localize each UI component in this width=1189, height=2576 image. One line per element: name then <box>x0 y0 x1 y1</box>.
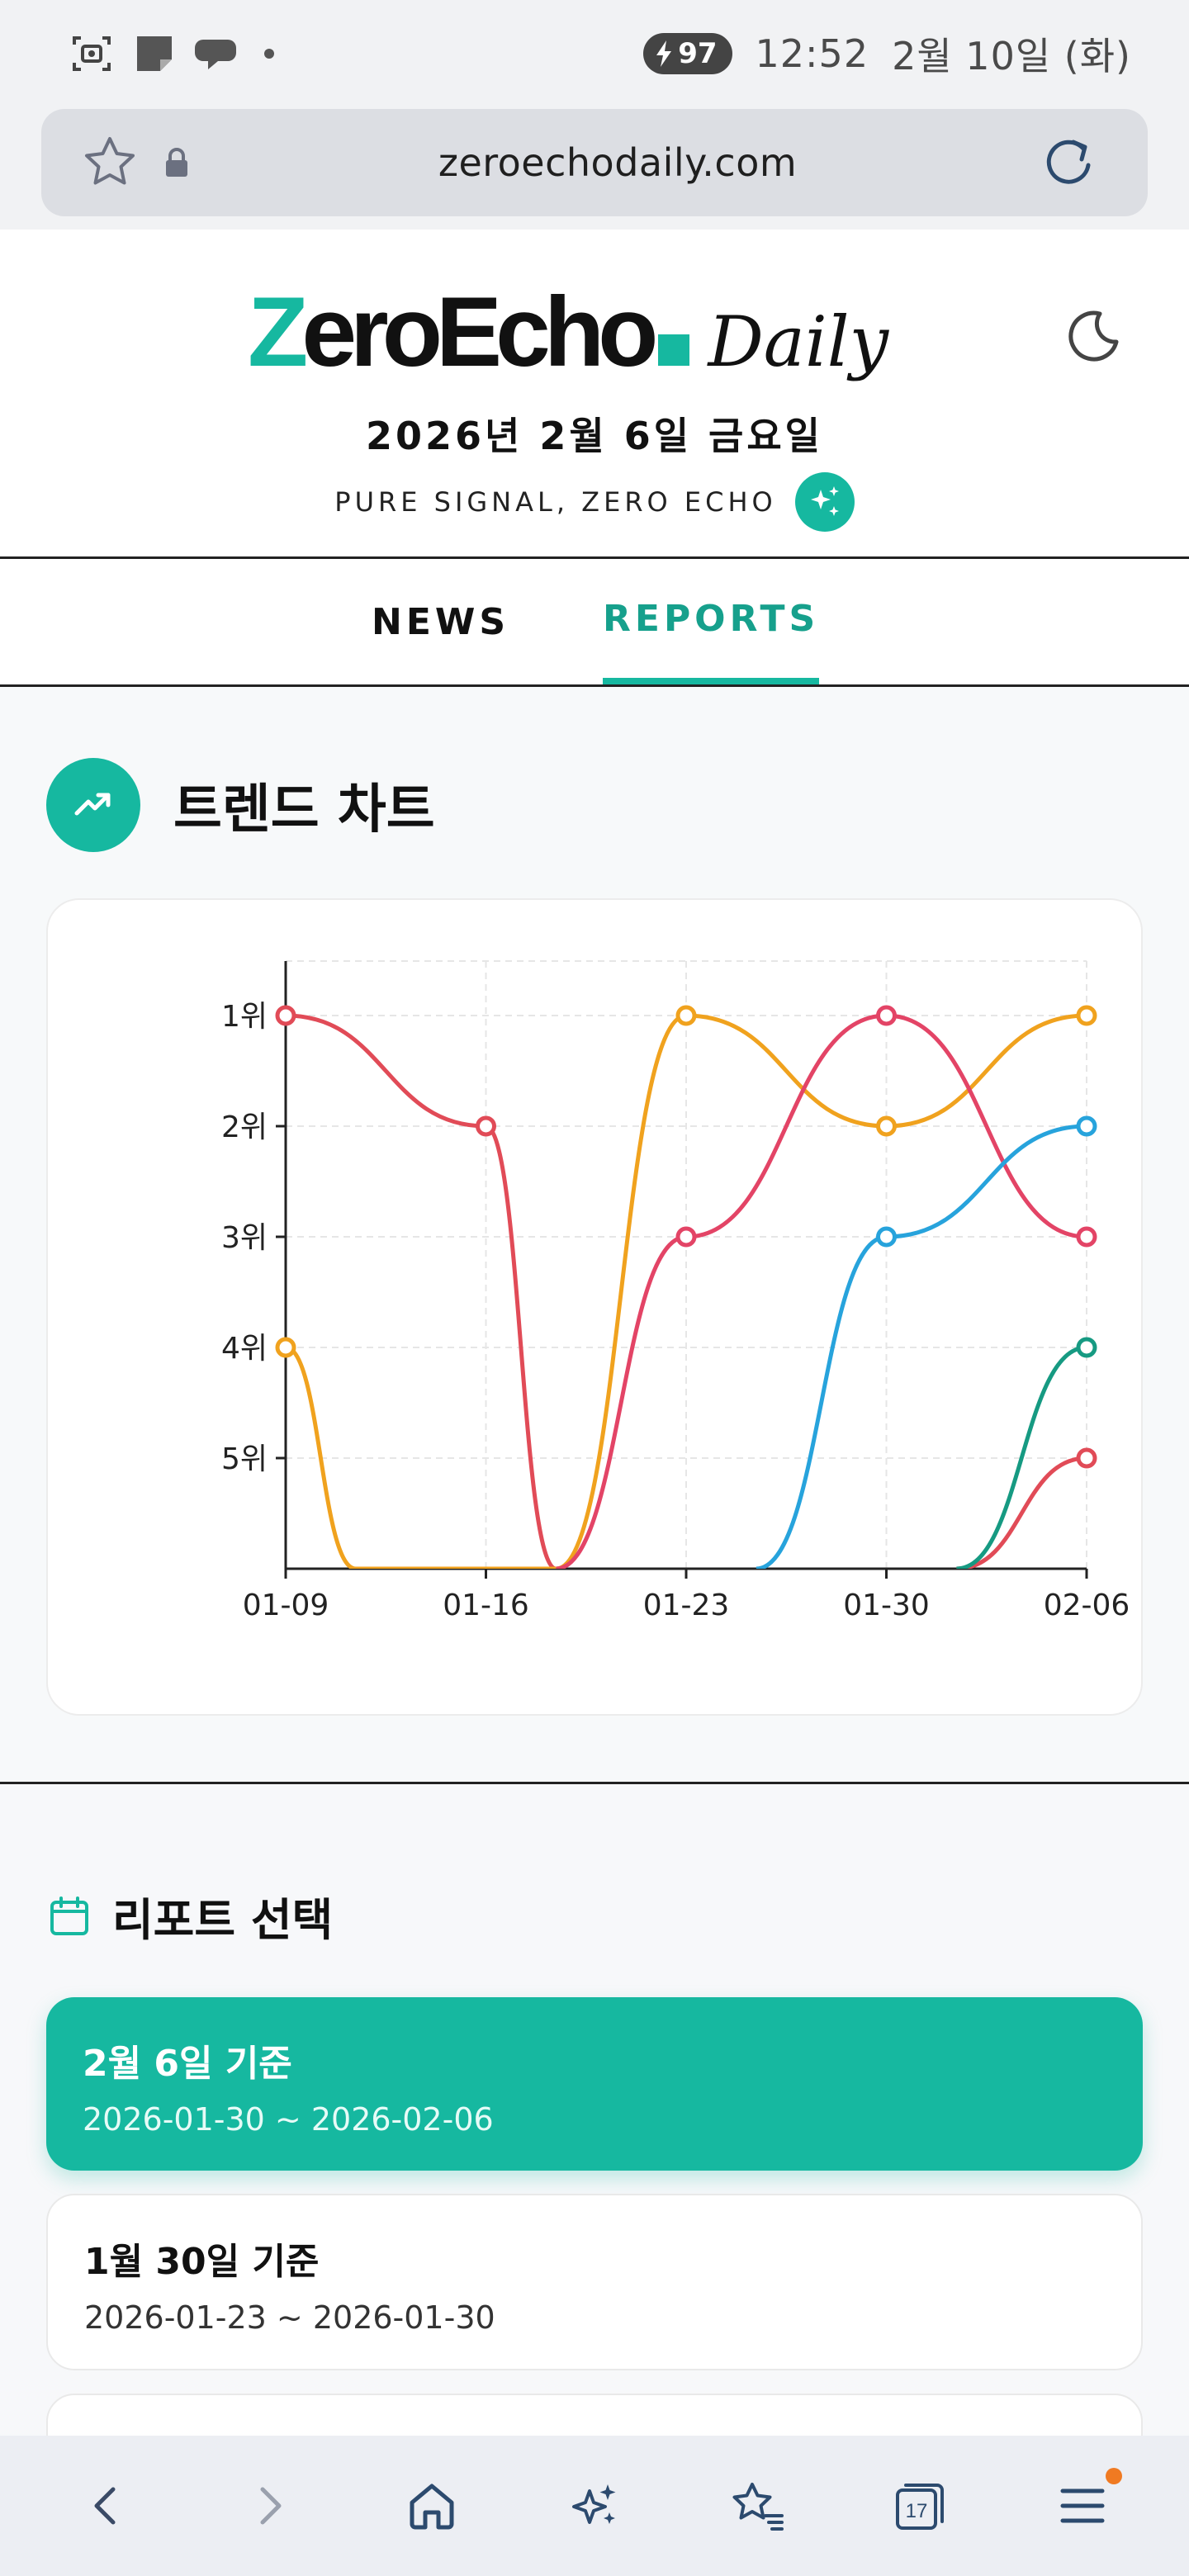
trending-up-icon <box>46 758 140 852</box>
data-point <box>1076 1447 1097 1469</box>
home-button[interactable] <box>391 2465 473 2547</box>
report-item-title: 1월 30일 기준 <box>84 2241 320 2283</box>
chat-bubble-icon <box>195 40 236 69</box>
sparkle-icon <box>810 486 839 516</box>
logo-z: Z <box>248 277 308 387</box>
series-line-4 <box>956 1456 1087 1569</box>
home-icon <box>410 2484 454 2530</box>
x-tick-label: 01-16 <box>443 1589 529 1622</box>
browser-toolbar: zeroechodaily.com <box>0 107 1189 230</box>
logo-daily: Daily <box>708 301 889 382</box>
forward-button[interactable] <box>228 2465 310 2547</box>
reload-icon[interactable] <box>1040 134 1098 192</box>
site-header: ZeroEcho Daily 2026년 2월 6일 금요일 PURE SIGN… <box>0 230 1189 558</box>
tagline: PURE SIGNAL, ZERO ECHO <box>334 486 777 518</box>
ai-sparkle-button[interactable] <box>794 472 855 532</box>
status-bar: 97 12:52 2월 10일 (화) <box>0 0 1189 107</box>
screenshot-icon <box>73 36 111 71</box>
x-tick-label: 01-30 <box>843 1589 930 1622</box>
report-title: 리포트 선택 <box>112 1894 334 1946</box>
dot-icon <box>264 49 274 59</box>
ai-button[interactable] <box>553 2465 636 2547</box>
section-tabs: NEWS REPORTS <box>0 556 1189 687</box>
report-item-range: 2026-01-23 ~ 2026-01-30 <box>84 2299 495 2336</box>
menu-button[interactable] <box>1041 2465 1124 2547</box>
tab-news[interactable]: NEWS <box>372 559 509 684</box>
series-line-5 <box>956 1345 1087 1569</box>
data-point <box>675 1005 697 1026</box>
tab-reports[interactable]: REPORTS <box>603 559 820 684</box>
trend-section: 트렌드 차트 1위 2위 3위 4위 5위 01-09 01-16 01-23 01-30 02-… <box>0 687 1189 1785</box>
series-line-2 <box>556 1013 1087 1569</box>
report-item-0[interactable]: 2월 6일 기준 2026-01-30 ~ 2026-02-06 <box>46 1997 1143 2171</box>
tab-count: 17 <box>906 2500 928 2522</box>
header-date: 2026년 2월 6일 금요일 <box>365 414 823 458</box>
report-item-title: 2월 6일 기준 <box>83 2043 292 2085</box>
x-tick-label: 01-23 <box>643 1589 730 1622</box>
series-line-3 <box>756 1124 1087 1569</box>
data-point <box>1076 1115 1097 1137</box>
dark-mode-toggle[interactable] <box>1062 305 1123 367</box>
url-text[interactable]: zeroechodaily.com <box>195 140 1040 185</box>
charging-icon <box>656 40 672 67</box>
data-point <box>476 1115 496 1137</box>
trend-chart-card: 1위 2위 3위 4위 5위 01-09 01-16 01-23 01-30 02-06 <box>46 898 1143 1716</box>
moon-icon <box>1068 310 1119 362</box>
battery-indicator: 97 <box>643 33 732 74</box>
url-bar[interactable]: zeroechodaily.com <box>41 109 1148 216</box>
x-tick-label: 02-06 <box>1044 1589 1130 1622</box>
y-tick-label: 5위 <box>221 1442 268 1476</box>
report-item-1[interactable]: 1월 30일 기준 2026-01-23 ~ 2026-01-30 <box>46 2194 1143 2370</box>
y-tick-label: 1위 <box>221 1000 268 1034</box>
hamburger-menu-icon <box>1060 2488 1105 2523</box>
site-logo[interactable]: ZeroEcho Daily <box>248 282 888 382</box>
chevron-right-icon <box>260 2487 282 2525</box>
battery-level: 97 <box>678 37 718 70</box>
data-point <box>876 1005 897 1026</box>
calendar-icon <box>50 1896 88 1935</box>
star-list-icon <box>732 2483 784 2531</box>
bookmarks-button[interactable] <box>716 2465 798 2547</box>
sparkles-icon <box>571 2484 616 2524</box>
lock-icon <box>166 148 187 177</box>
data-point <box>1076 1226 1097 1248</box>
data-point <box>675 1226 697 1248</box>
status-icons <box>69 31 277 76</box>
trend-chart: 1위 2위 3위 4위 5위 01-09 01-16 01-23 01-30 02-06 <box>221 960 1130 1622</box>
data-point <box>275 1005 296 1026</box>
data-point <box>876 1115 897 1137</box>
data-point <box>1076 1005 1097 1026</box>
x-tick-label: 01-09 <box>243 1589 329 1622</box>
back-button[interactable] <box>65 2465 148 2547</box>
chevron-left-icon <box>94 2487 116 2525</box>
browser-bottom-nav: 17 <box>0 2436 1189 2576</box>
trend-title: 트렌드 차트 <box>173 779 435 841</box>
notification-dot <box>1106 2468 1123 2484</box>
logo-dot <box>658 334 690 366</box>
y-tick-label: 2위 <box>221 1110 268 1144</box>
sticky-note-icon <box>137 36 172 71</box>
status-date: 2월 10일 (화) <box>892 34 1131 78</box>
data-point <box>876 1226 897 1248</box>
tabs-icon: 17 <box>896 2484 945 2530</box>
report-section: 리포트 선택 2월 6일 기준 2026-01-30 ~ 2026-02-06 … <box>0 1784 1189 2493</box>
logo-main-text: eroEcho <box>301 277 658 387</box>
status-time: 12:52 <box>755 31 869 76</box>
bookmark-star-icon[interactable] <box>81 134 139 192</box>
data-point <box>275 1337 296 1358</box>
y-tick-label: 4위 <box>221 1332 268 1366</box>
data-point <box>1076 1337 1097 1358</box>
report-item-range: 2026-01-30 ~ 2026-02-06 <box>83 2101 494 2138</box>
y-tick-label: 3위 <box>221 1221 268 1255</box>
tabs-button[interactable]: 17 <box>879 2465 961 2547</box>
